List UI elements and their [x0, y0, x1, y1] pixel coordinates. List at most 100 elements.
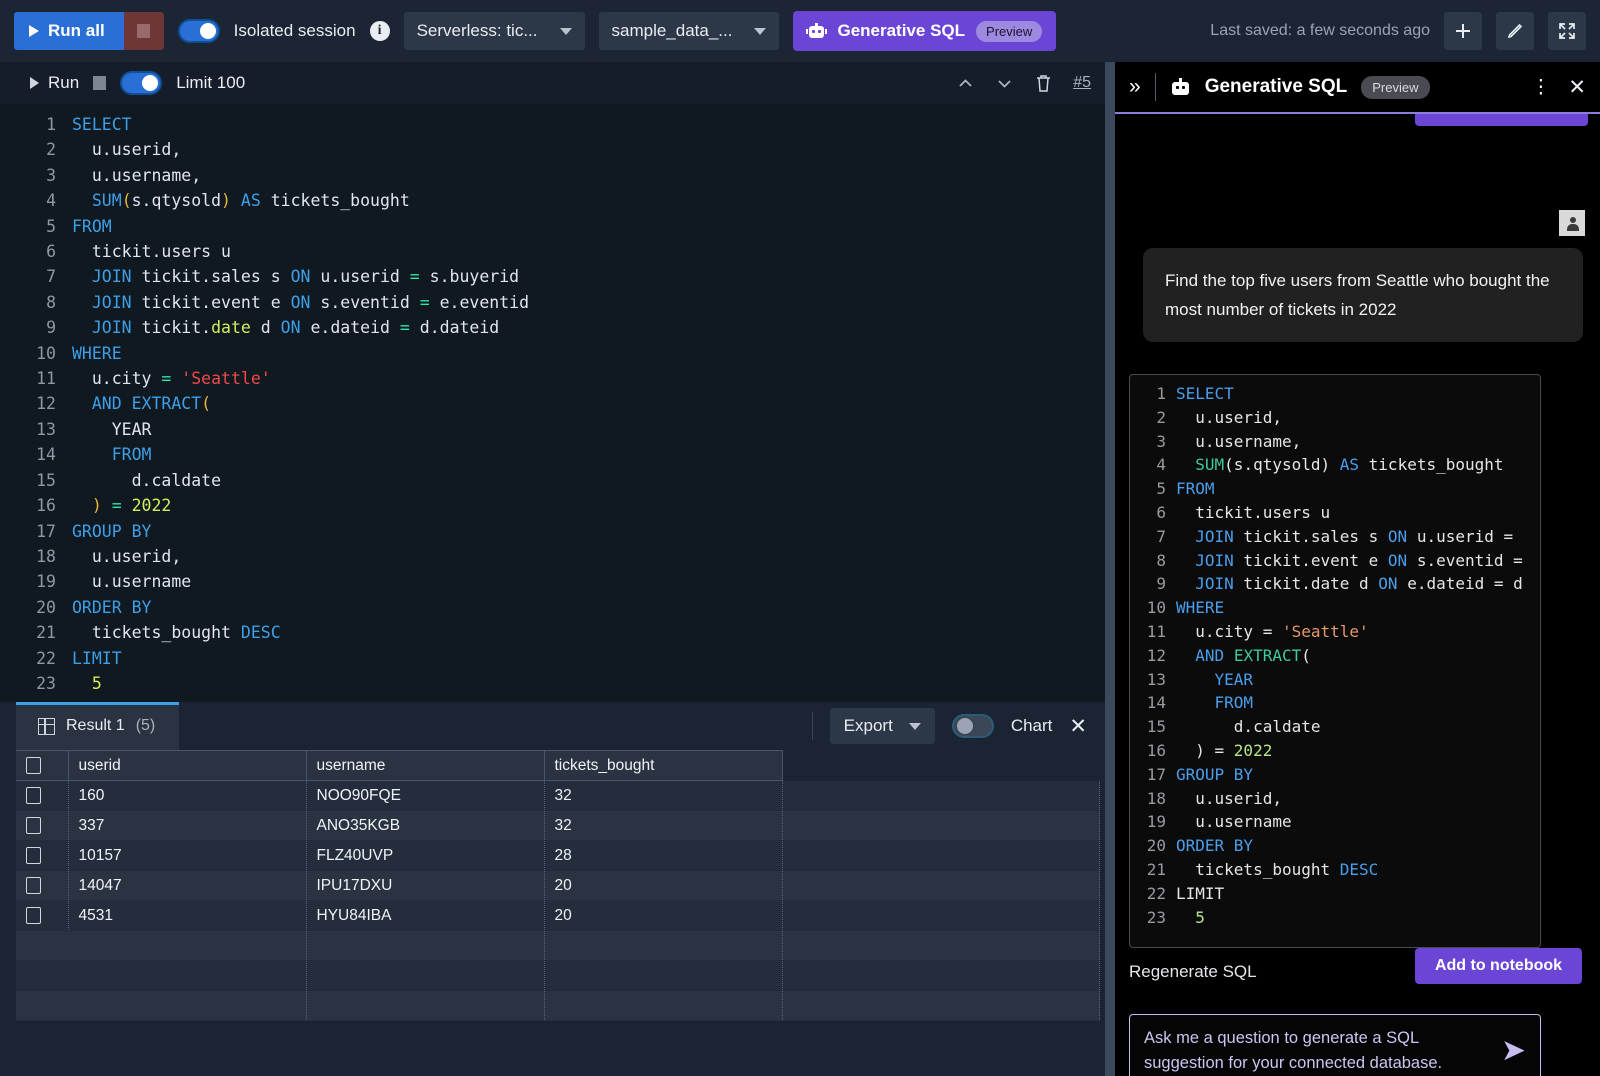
code-text: JOIN tickit.event e ON s.eventid = e.eve…	[72, 290, 529, 315]
table-cell-empty	[68, 961, 306, 991]
trash-icon[interactable]	[1034, 73, 1053, 93]
add-cell-button[interactable]	[1444, 12, 1482, 50]
regenerate-sql-button[interactable]: Regenerate SQL	[1129, 962, 1257, 982]
stop-cell-button[interactable]	[93, 76, 106, 90]
row-select-cell[interactable]	[16, 901, 68, 931]
limit-toggle[interactable]	[120, 71, 162, 95]
code-text: u.city = 'Seattle'	[72, 366, 271, 391]
code-line: 4 SUM(s.qtysold) AS tickets_bought	[1130, 453, 1540, 477]
row-select-cell[interactable]	[16, 781, 68, 811]
run-all-button[interactable]: Run all	[14, 12, 124, 50]
table-cell-filler	[782, 871, 1100, 901]
row-checkbox[interactable]	[26, 907, 41, 924]
editor-code[interactable]: 1SELECT2 u.userid,3 u.username,4 SUM(s.q…	[0, 104, 1105, 696]
code-line: 13 YEAR	[1130, 668, 1540, 692]
line-number: 2	[1130, 406, 1176, 430]
line-number: 11	[1130, 620, 1176, 644]
sql-editor[interactable]: 1SELECT2 u.userid,3 u.username,4 SUM(s.q…	[0, 104, 1105, 702]
code-line: 3 u.username,	[1130, 430, 1540, 454]
limit-label: Limit 100	[176, 73, 245, 93]
chart-toggle[interactable]	[952, 714, 994, 738]
generative-sql-button[interactable]: Generative SQL Preview	[793, 11, 1056, 51]
close-results-icon[interactable]: ✕	[1069, 716, 1087, 737]
panel-title: Generative SQL	[1205, 76, 1348, 98]
row-checkbox[interactable]	[26, 787, 41, 804]
line-number: 8	[1130, 549, 1176, 573]
row-select-cell[interactable]	[16, 811, 68, 841]
line-number: 23	[1130, 906, 1176, 930]
row-select-cell[interactable]	[16, 841, 68, 871]
close-panel-icon[interactable]: ✕	[1568, 77, 1586, 98]
ask-question-input[interactable]: Ask me a question to generate a SQL sugg…	[1129, 1014, 1541, 1076]
code-line: 7 JOIN tickit.sales s ON u.userid = s.bu…	[0, 264, 1105, 289]
code-line: 21 tickets_bought DESC	[0, 620, 1105, 645]
table-cell-empty	[782, 991, 1100, 1021]
table-cell-filler	[782, 841, 1100, 871]
result-tab-1[interactable]: Result 1 (5)	[16, 702, 179, 750]
suggested-sql-block[interactable]: 1SELECT2 u.userid,3 u.username,4 SUM(s.q…	[1129, 374, 1541, 948]
code-line: 5FROM	[0, 214, 1105, 239]
code-line: 11 u.city = 'Seattle'	[0, 366, 1105, 391]
edit-button[interactable]	[1496, 12, 1534, 50]
line-number: 10	[0, 341, 72, 366]
code-text: d.caldate	[1176, 715, 1321, 739]
line-number: 17	[0, 519, 72, 544]
send-icon[interactable]: ➤	[1501, 1036, 1526, 1066]
table-body: 160NOO90FQE32337ANO35KGB3210157FLZ40UVP2…	[16, 781, 1100, 1021]
code-text: YEAR	[72, 417, 151, 442]
row-checkbox[interactable]	[26, 847, 41, 864]
select-all-checkbox[interactable]	[26, 757, 41, 774]
table-row[interactable]: 160NOO90FQE32	[16, 781, 1100, 811]
stop-square-icon	[137, 24, 150, 38]
cell-number[interactable]: #5	[1073, 74, 1091, 92]
export-button[interactable]: Export	[830, 708, 935, 744]
isolated-session-toggle[interactable]	[178, 19, 220, 43]
user-avatar-icon	[1559, 210, 1585, 236]
run-cell-button[interactable]: Run	[30, 73, 79, 93]
table-row[interactable]: 10157FLZ40UVP28	[16, 841, 1100, 871]
line-number: 9	[1130, 572, 1176, 596]
info-icon[interactable]: i	[370, 21, 390, 41]
code-line: 6 tickit.users u	[0, 239, 1105, 264]
chevron-up-icon[interactable]	[956, 74, 975, 93]
column-header-tickets_bought[interactable]: tickets_bought	[544, 751, 782, 781]
code-line: 22LIMIT	[0, 646, 1105, 671]
line-number: 16	[0, 493, 72, 518]
line-number: 18	[0, 544, 72, 569]
fullscreen-button[interactable]	[1548, 12, 1586, 50]
table-row-empty	[16, 961, 1100, 991]
table-cell: HYU84IBA	[306, 901, 544, 931]
table-row[interactable]: 4531HYU84IBA20	[16, 901, 1100, 931]
code-text: JOIN tickit.sales s ON u.userid = s.buye…	[72, 264, 519, 289]
row-select-cell[interactable]	[16, 871, 68, 901]
row-checkbox[interactable]	[26, 817, 41, 834]
code-text: LIMIT	[1176, 882, 1224, 906]
chevron-down-icon[interactable]	[995, 74, 1014, 93]
line-number: 23	[0, 671, 72, 696]
compute-dropdown[interactable]: Serverless: tic...	[404, 12, 585, 50]
table-row[interactable]: 337ANO35KGB32	[16, 811, 1100, 841]
table-cell: 337	[68, 811, 306, 841]
column-header-userid[interactable]: userid	[68, 751, 306, 781]
more-vertical-icon[interactable]: ⋮	[1531, 78, 1550, 97]
database-dropdown[interactable]: sample_data_...	[599, 12, 780, 50]
code-line: 1SELECT	[0, 112, 1105, 137]
add-to-notebook-button[interactable]: Add to notebook	[1415, 948, 1582, 984]
panel-splitter[interactable]	[1105, 62, 1115, 1076]
code-text: u.username	[1176, 810, 1292, 834]
table-cell-empty	[16, 961, 68, 991]
generative-sql-panel: » Generative SQL Preview ⋮ ✕ Find the to…	[1115, 62, 1600, 1076]
stop-all-button[interactable]	[124, 12, 164, 50]
double-chevron-right-icon[interactable]: »	[1129, 75, 1141, 99]
column-header-username[interactable]: username	[306, 751, 544, 781]
select-all-header[interactable]	[16, 751, 68, 781]
line-number: 20	[1130, 834, 1176, 858]
panel-header: » Generative SQL Preview ⋮ ✕	[1115, 62, 1600, 114]
row-checkbox[interactable]	[26, 877, 41, 894]
table-cell: 20	[544, 871, 782, 901]
table-row[interactable]: 14047IPU17DXU20	[16, 871, 1100, 901]
line-number: 16	[1130, 739, 1176, 763]
code-text: tickit.users u	[1176, 501, 1330, 525]
code-line: 5FROM	[1130, 477, 1540, 501]
code-text: u.city = 'Seattle'	[1176, 620, 1369, 644]
